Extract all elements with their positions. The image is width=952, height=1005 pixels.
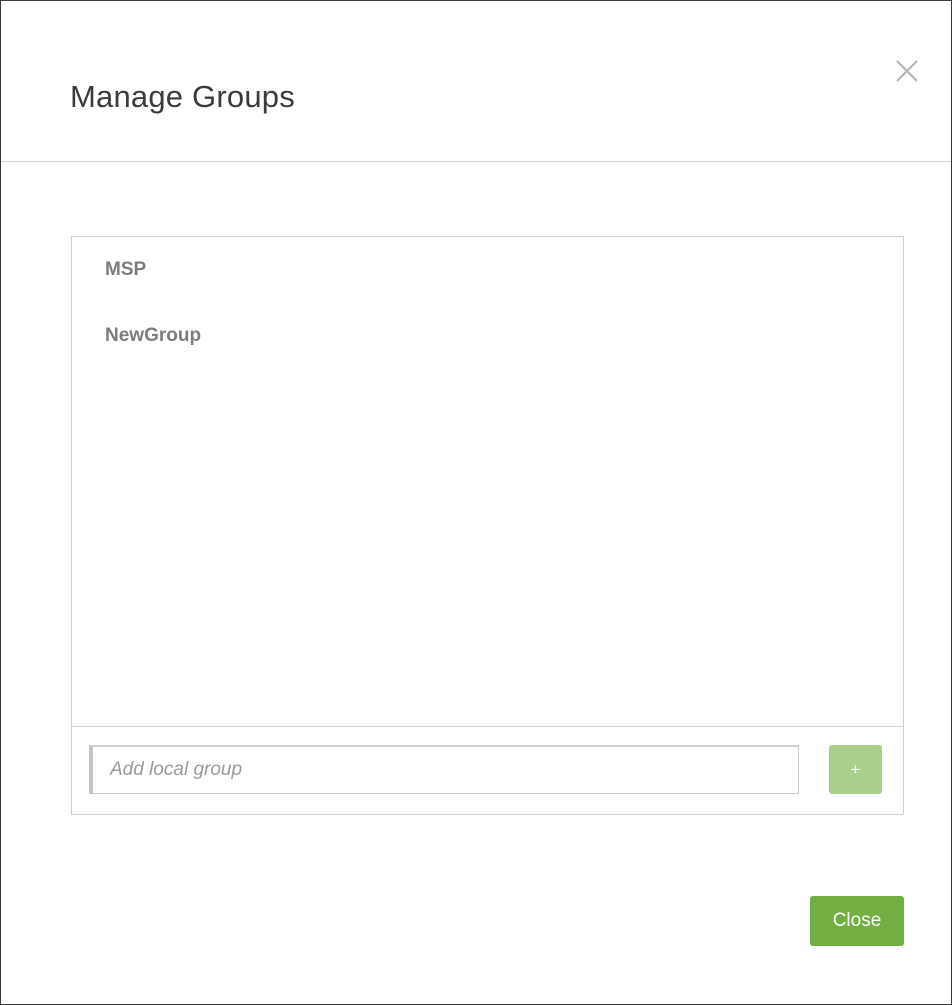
manage-groups-dialog: Manage Groups MSP NewGroup + Close xyxy=(0,0,952,1005)
add-local-group-input[interactable] xyxy=(89,745,799,794)
group-item-msp[interactable]: MSP xyxy=(105,259,146,281)
close-icon[interactable] xyxy=(891,55,923,87)
close-button[interactable]: Close xyxy=(810,896,904,946)
group-list: MSP NewGroup xyxy=(72,237,903,726)
group-panel: MSP NewGroup + xyxy=(71,236,904,815)
dialog-header: Manage Groups xyxy=(1,1,951,162)
add-group-button[interactable]: + xyxy=(829,745,882,794)
dialog-title: Manage Groups xyxy=(70,79,295,114)
add-group-row: + xyxy=(72,726,903,815)
group-item-newgroup[interactable]: NewGroup xyxy=(105,325,201,347)
close-icon-glyph xyxy=(896,60,918,82)
